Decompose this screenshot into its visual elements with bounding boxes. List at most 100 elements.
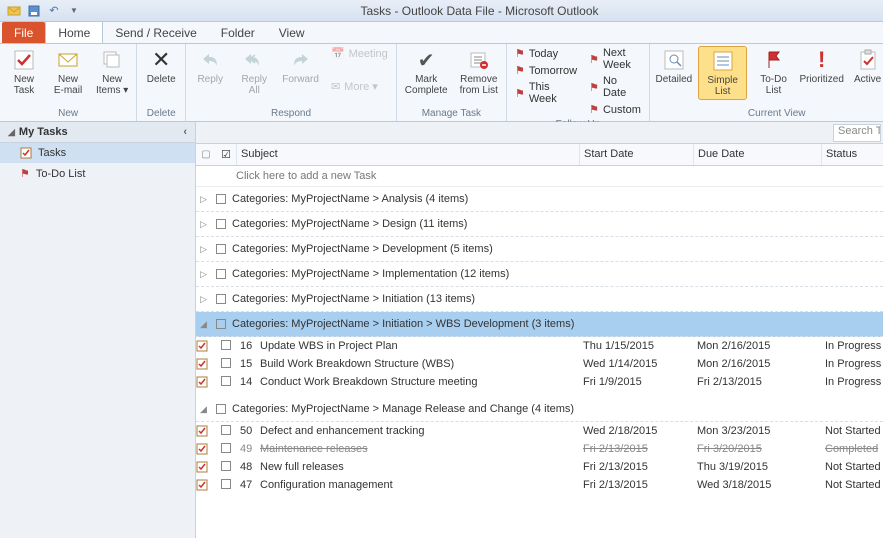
task-status: Not Started [821,423,883,439]
mark-complete-button[interactable]: ✔ Mark Complete [401,46,452,98]
col-complete[interactable]: ☑ [216,144,236,165]
tab-folder[interactable]: Folder [209,22,267,43]
checkbox-header-icon: ☑ [221,149,231,161]
task-row[interactable]: 15Build Work Breakdown Structure (WBS)We… [196,355,883,373]
col-start-date[interactable]: Start Date [579,144,693,165]
task-status: Completed [821,441,883,457]
tab-send-receive[interactable]: Send / Receive [103,22,208,43]
task-row[interactable]: 48New full releasesFri 2/13/2015Thu 3/19… [196,458,883,476]
view-active-button[interactable]: Active [848,46,883,87]
meeting-button[interactable]: 📅Meeting [327,46,392,61]
category-checkbox[interactable] [216,219,226,229]
new-email-button[interactable]: New E-mail [48,46,88,98]
col-status[interactable]: Status [821,144,883,165]
category-checkbox[interactable] [216,269,226,279]
new-items-button[interactable]: New Items ▾ [92,46,132,98]
task-checkbox[interactable] [216,376,236,389]
task-checkbox[interactable] [216,443,236,456]
reply-all-button[interactable]: Reply All [234,46,274,98]
tab-view[interactable]: View [267,22,317,43]
task-subject: 14Conduct Work Breakdown Structure meeti… [236,374,579,390]
task-row[interactable]: 49Maintenance releasesFri 2/13/2015Fri 3… [196,440,883,458]
window-title: Tasks - Outlook Data File - Microsoft Ou… [82,4,877,18]
task-row[interactable]: 50Defect and enhancement trackingWed 2/1… [196,422,883,440]
category-checkbox[interactable] [216,194,226,204]
expand-icon: ▷ [200,269,210,280]
task-start-date: Wed 1/14/2015 [579,356,693,372]
category-checkbox[interactable] [216,319,226,329]
search-input[interactable]: Search Tas [833,124,881,142]
nav-header-my-tasks[interactable]: ◢My Tasks ‹ [0,122,195,143]
category-group-header[interactable]: ▷Categories: MyProjectName > Development… [196,237,883,262]
category-group-header[interactable]: ▷Categories: MyProjectName > Analysis (4… [196,187,883,212]
view-simple-list-button[interactable]: Simple List [698,46,747,100]
task-item-icon [196,376,216,388]
category-group-header[interactable]: ▷ Categories: MyProjectName > Implementat… [196,262,883,287]
column-headers: ▢ ☑ Subject Start Date Due Date Status [196,144,883,166]
task-list-pane: Search Tas ▢ ☑ Subject Start Date Due Da… [196,122,883,538]
expand-icon: ▷ [200,244,210,255]
col-icon[interactable]: ▢ [196,144,216,165]
task-checkbox[interactable] [216,425,236,438]
qat-dropdown-icon[interactable]: ▼ [66,3,82,19]
task-due-date: Mon 3/23/2015 [693,423,821,439]
view-todo-list-button[interactable]: To-Do List [751,46,795,98]
category-label: Categories: MyProjectName > Initiation >… [232,318,574,330]
task-due-date: Fri 2/13/2015 [693,374,821,390]
flag-icon: ⚑ [20,167,30,180]
task-item-icon [196,461,216,473]
task-row[interactable]: 16Update WBS in Project PlanThu 1/15/201… [196,337,883,355]
checkmark-icon [12,48,36,72]
task-status: In Progress [821,374,883,390]
tab-file[interactable]: File [2,22,45,43]
category-label: Categories: MyProjectName > Implementati… [232,268,509,280]
task-row[interactable]: 14Conduct Work Breakdown Structure meeti… [196,373,883,391]
task-start-date: Fri 2/13/2015 [579,459,693,475]
flag-no-date-button[interactable]: ⚑No Date [585,74,645,100]
forward-icon [289,48,313,72]
category-checkbox[interactable] [216,294,226,304]
flag-next-week-button[interactable]: ⚑Next Week [585,46,645,72]
collapse-icon: ◢ [200,319,210,330]
tasks-icon [20,147,32,159]
task-checkbox[interactable] [216,479,236,492]
delete-button[interactable]: ✕ Delete [141,46,181,87]
flag-tomorrow-button[interactable]: ⚑Tomorrow [511,63,581,78]
task-checkbox[interactable] [216,340,236,353]
category-group-header[interactable]: ▷Categories: MyProjectName > Initiation … [196,287,883,312]
category-checkbox[interactable] [216,404,226,414]
more-respond-button[interactable]: ✉More ▾ [327,79,392,94]
task-row[interactable]: 47Configuration managementFri 2/13/2015W… [196,476,883,494]
nav-item-todo-list[interactable]: ⚑ To-Do List [0,163,195,184]
category-group-header[interactable]: ▷Categories: MyProjectName > Design (11 … [196,212,883,237]
task-status: In Progress [821,338,883,354]
mail-icon [56,48,80,72]
view-prioritized-button[interactable]: ! Prioritized [800,46,844,87]
reply-button[interactable]: Reply [190,46,230,87]
new-task-button[interactable]: New Task [4,46,44,98]
forward-button[interactable]: Forward [278,46,323,87]
collapse-pane-icon[interactable]: ‹ [183,126,187,138]
ribbon-group-new: New Task New E-mail New Items ▾ New [0,44,137,121]
task-checkbox[interactable] [216,461,236,474]
col-subject[interactable]: Subject [236,144,579,165]
task-item-icon [196,425,216,437]
remove-from-list-button[interactable]: Remove from List [456,46,502,98]
category-group-header[interactable]: ◢ Categories: MyProjectName > Initiation … [196,312,883,337]
flag-today-button[interactable]: ⚑Today [511,46,581,61]
new-task-row[interactable]: Click here to add a new Task [196,166,883,187]
undo-icon[interactable]: ↶ [46,3,62,19]
view-detailed-button[interactable]: Detailed [654,46,694,87]
flag-custom-button[interactable]: ⚑Custom [585,102,645,117]
ribbon: New Task New E-mail New Items ▾ New ✕ De… [0,44,883,122]
flag-this-week-button[interactable]: ⚑This Week [511,80,581,106]
category-checkbox[interactable] [216,244,226,254]
save-icon[interactable] [26,3,42,19]
tab-home[interactable]: Home [45,21,103,43]
ribbon-group-manage-task: ✔ Mark Complete Remove from List Manage … [397,44,507,121]
nav-item-tasks[interactable]: Tasks [0,143,195,163]
col-due-date[interactable]: Due Date [693,144,821,165]
task-checkbox[interactable] [216,358,236,371]
task-start-date: Fri 2/13/2015 [579,477,693,493]
category-group-header[interactable]: ◢Categories: MyProjectName > Manage Rele… [196,397,883,422]
